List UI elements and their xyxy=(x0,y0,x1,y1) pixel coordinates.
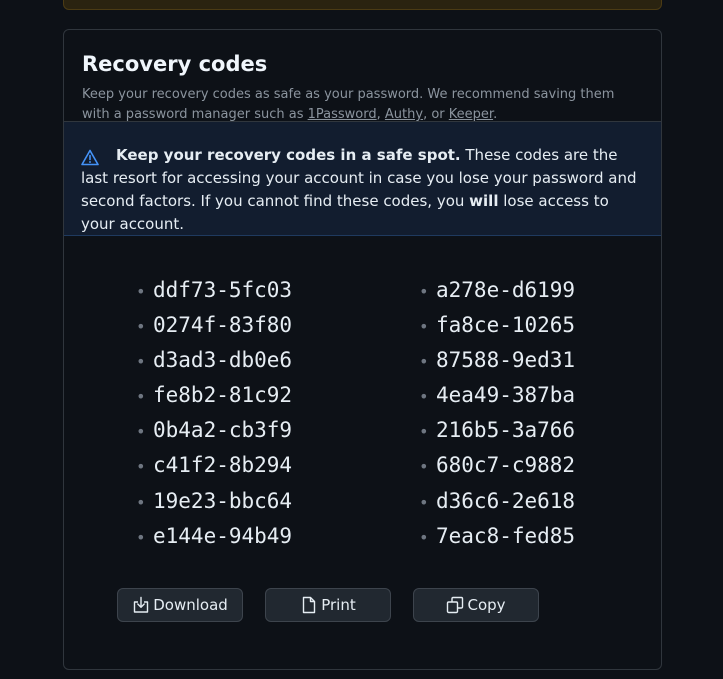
top-banner xyxy=(63,0,662,10)
bullet: • xyxy=(136,282,146,301)
recovery-code: 0274f-83f80 xyxy=(153,313,293,338)
download-button-label: Download xyxy=(153,596,228,614)
recovery-code: c41f2-8b294 xyxy=(153,453,293,478)
recovery-code-item: • 0b4a2-cb3f9 xyxy=(136,413,292,448)
panel-header: Recovery codes Keep your recovery codes … xyxy=(64,30,661,122)
recovery-code-item: • 216b5-3a766 xyxy=(419,413,575,448)
recovery-code-item: • 680c7-c9882 xyxy=(419,448,575,483)
recovery-code: 680c7-c9882 xyxy=(436,453,576,478)
download-icon xyxy=(134,596,149,613)
copy-icon xyxy=(447,596,464,614)
recovery-code-item: • d3ad3-db0e6 xyxy=(136,343,292,378)
bullet: • xyxy=(136,317,146,337)
recovery-codes-list: • ddf73-5fc03 • 0274f-83f80 • d3ad3-db0e6 • fe8… xyxy=(64,236,661,622)
bullet: • xyxy=(136,527,146,547)
recovery-code: 87588-9ed31 xyxy=(436,348,576,373)
recovery-code-item: • ddf73-5fc03 xyxy=(136,273,292,308)
recovery-code: d36c6-2e618 xyxy=(436,488,576,513)
bullet: • xyxy=(136,492,146,512)
recovery-codes-panel: Recovery codes Keep your recovery codes … xyxy=(63,29,662,670)
recovery-code-item: • fe8b2-81c92 xyxy=(136,378,292,413)
recovery-code: 7eac8-fed85 xyxy=(436,523,576,548)
recovery-code-item: • c41f2-8b294 xyxy=(136,448,292,483)
copy-button[interactable]: Copy xyxy=(413,588,539,622)
bullet: • xyxy=(419,492,429,512)
print-button[interactable]: Print xyxy=(265,588,391,622)
copy-button-label: Copy xyxy=(467,596,506,614)
bullet: • xyxy=(136,457,146,477)
codes-column-right: • a278e-d6199 • fa8ce-10265 • 87588-9ed31 • 4ea… xyxy=(419,273,575,554)
recovery-code-item: • a278e-d6199 xyxy=(419,273,575,308)
bullet: • xyxy=(419,352,429,372)
recovery-code: e144e-94b49 xyxy=(153,523,293,548)
bullet: • xyxy=(419,457,429,477)
recovery-code-item: • fa8ce-10265 xyxy=(419,308,575,343)
link-authy[interactable]: Authy xyxy=(385,107,423,122)
recovery-code: fa8ce-10265 xyxy=(436,313,576,338)
warning-strong: Keep your recovery codes in a safe spot. xyxy=(116,146,461,164)
recovery-code-item: • 19e23-bbc64 xyxy=(136,484,292,519)
recovery-code: 216b5-3a766 xyxy=(436,418,576,443)
bullet: • xyxy=(419,422,429,442)
description-period: . xyxy=(493,107,498,122)
recovery-code-item: • 4ea49-387ba xyxy=(419,378,575,413)
recovery-code-item: • d36c6-2e618 xyxy=(419,484,575,519)
bullet: • xyxy=(419,317,429,337)
page-title: Recovery codes xyxy=(82,52,268,76)
recovery-code: a278e-d6199 xyxy=(436,278,576,302)
recovery-code: ddf73-5fc03 xyxy=(153,278,293,302)
bullet: • xyxy=(419,387,429,407)
warning-flash: Keep your recovery codes in a safe spot.… xyxy=(64,122,661,236)
codes-column-left: • ddf73-5fc03 • 0274f-83f80 • d3ad3-db0e6 • fe8… xyxy=(136,273,292,554)
recovery-code-item: • 0274f-83f80 xyxy=(136,308,292,343)
recovery-code: 4ea49-387ba xyxy=(436,383,576,408)
separator-or: , or xyxy=(423,107,449,122)
panel-description: Keep your recovery codes as safe as your… xyxy=(82,85,643,125)
recovery-code: 0b4a2-cb3f9 xyxy=(153,418,293,443)
recovery-code: 19e23-bbc64 xyxy=(153,488,293,513)
file-icon xyxy=(303,596,316,614)
download-button[interactable]: Download xyxy=(117,588,243,622)
recovery-code-item: • 7eac8-fed85 xyxy=(419,519,575,554)
recovery-code-item: • e144e-94b49 xyxy=(136,519,292,554)
recovery-code: fe8b2-81c92 xyxy=(153,383,293,408)
bullet: • xyxy=(136,352,146,372)
warning-will: will xyxy=(469,192,499,210)
recovery-code-item: • 87588-9ed31 xyxy=(419,343,575,378)
separator-comma: , xyxy=(376,107,385,122)
bullet: • xyxy=(136,422,146,442)
warning-message: Keep your recovery codes in a safe spot.… xyxy=(81,144,645,236)
bullet: • xyxy=(136,387,146,407)
bullet: • xyxy=(419,282,429,301)
link-1password[interactable]: 1Password xyxy=(308,107,377,122)
bullet: • xyxy=(419,527,429,547)
print-button-label: Print xyxy=(321,596,356,614)
recovery-code: d3ad3-db0e6 xyxy=(153,348,293,373)
alert-triangle-icon xyxy=(81,149,99,166)
link-keeper[interactable]: Keeper xyxy=(449,107,493,122)
